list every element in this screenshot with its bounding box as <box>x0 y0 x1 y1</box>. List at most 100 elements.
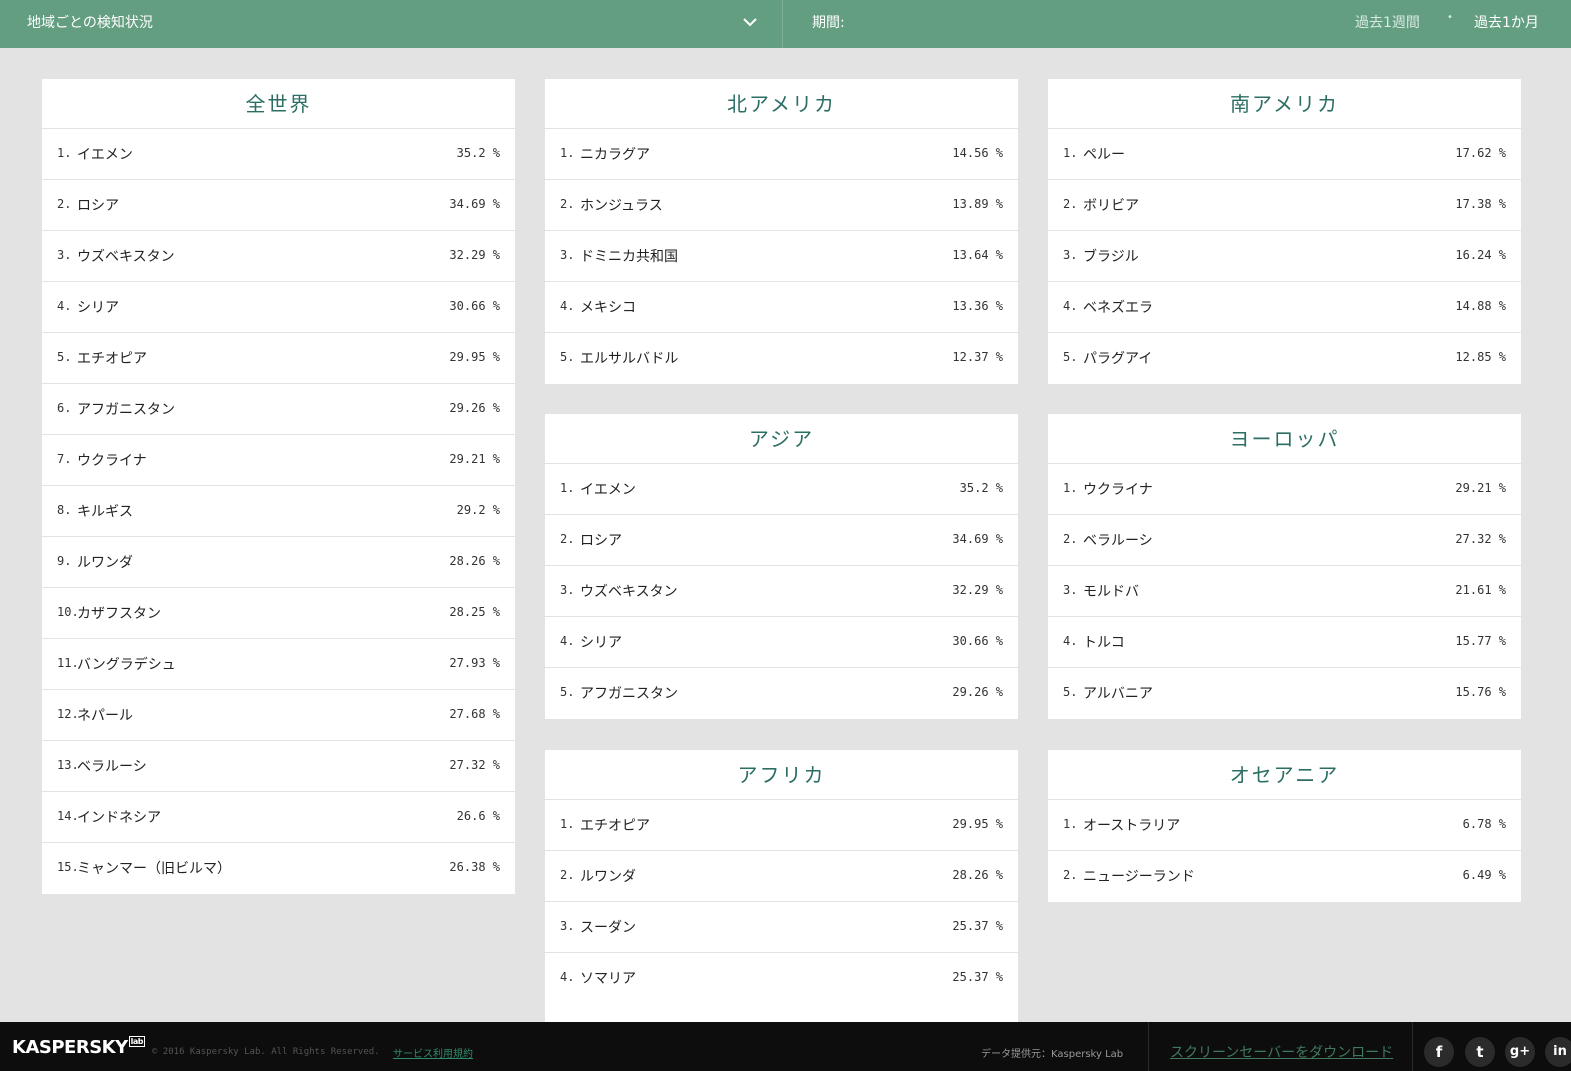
top-bar: 地域ごとの検知状況 期間: 過去1週間 • 過去1か月 <box>0 0 1571 48</box>
country-name: ブラジル <box>1083 249 1139 265</box>
ranking-row: 4. シリア 30.66 % <box>545 617 1018 668</box>
detection-percent: 25.37 % <box>952 919 1003 933</box>
country-name: ウズベキスタン <box>77 249 175 265</box>
country-name: ベラルーシ <box>77 759 147 775</box>
screensaver-download-link[interactable]: スクリーンセーバーをダウンロード <box>1170 1042 1393 1062</box>
country-name: ベラルーシ <box>1083 533 1153 549</box>
google-plus-icon[interactable]: g+ <box>1505 1037 1535 1067</box>
country-name: ペルー <box>1083 147 1125 163</box>
rank: 3. <box>1063 583 1078 597</box>
rank: 6. <box>57 401 72 415</box>
detection-percent: 34.69 % <box>449 197 500 211</box>
country-name: アフガニスタン <box>580 686 678 702</box>
rank: 13. <box>57 758 79 772</box>
country-name: エチオピア <box>77 351 147 367</box>
rank: 5. <box>1063 350 1078 364</box>
detection-percent: 13.89 % <box>952 197 1003 211</box>
rank: 2. <box>560 868 575 882</box>
rank: 3. <box>560 583 575 597</box>
detection-percent: 35.2 % <box>959 481 1003 495</box>
rank: 12. <box>57 707 79 721</box>
twitter-icon[interactable]: t <box>1465 1037 1495 1067</box>
detection-percent: 13.64 % <box>952 248 1003 262</box>
period-month-option[interactable]: 過去1か月 <box>1474 12 1539 32</box>
ranking-row: 1. ウクライナ 29.21 % <box>1048 464 1521 515</box>
ranking-row: 10. カザフスタン 28.25 % <box>42 588 515 639</box>
detection-percent: 17.62 % <box>1455 146 1506 160</box>
rank: 4. <box>1063 299 1078 313</box>
facebook-icon[interactable]: f <box>1424 1037 1454 1067</box>
ranking-row: 5. アルバニア 15.76 % <box>1048 668 1521 719</box>
country-name: ロシア <box>580 533 622 549</box>
detection-percent: 26.38 % <box>449 860 500 874</box>
kaspersky-logo[interactable]: KASPERSKY lab <box>12 1036 146 1058</box>
linkedin-icon[interactable]: in <box>1545 1037 1571 1067</box>
period-separator-dot: • <box>1447 12 1453 23</box>
detection-percent: 29.21 % <box>1455 481 1506 495</box>
detection-percent: 28.25 % <box>449 605 500 619</box>
country-name: ホンジュラス <box>580 198 663 214</box>
country-name: ベネズエラ <box>1083 300 1153 316</box>
detection-percent: 6.49 % <box>1462 868 1506 882</box>
country-name: オーストラリア <box>1083 818 1181 834</box>
rank: 1. <box>1063 481 1078 495</box>
detection-percent: 29.2 % <box>456 503 500 517</box>
detection-percent: 30.66 % <box>449 299 500 313</box>
rank: 4. <box>560 970 575 984</box>
country-name: トルコ <box>1083 635 1125 651</box>
region-dropdown[interactable]: 地域ごとの検知状況 <box>0 0 783 48</box>
country-name: キルギス <box>77 504 133 520</box>
country-name: カザフスタン <box>77 606 161 622</box>
detection-percent: 30.66 % <box>952 634 1003 648</box>
chevron-down-icon <box>743 18 757 27</box>
rank: 15. <box>57 860 79 874</box>
detection-percent: 27.68 % <box>449 707 500 721</box>
period-week-option[interactable]: 過去1週間 <box>1355 12 1420 32</box>
country-name: ウクライナ <box>77 453 147 469</box>
ranking-row: 4. トルコ 15.77 % <box>1048 617 1521 668</box>
detection-percent: 27.32 % <box>1455 532 1506 546</box>
ranking-card-africa: アフリカ 1. エチオピア 29.95 % 2. ルワンダ 28.26 % 3. スーダン 25.… <box>545 750 1018 1022</box>
country-name: パラグアイ <box>1083 351 1153 367</box>
footer: KASPERSKY lab © 2016 Kaspersky Lab. All R… <box>0 1022 1571 1071</box>
detection-percent: 14.56 % <box>952 146 1003 160</box>
rank: 3. <box>57 248 72 262</box>
country-name: ドミニカ共和国 <box>580 249 678 265</box>
ranking-row: 2. ロシア 34.69 % <box>545 515 1018 566</box>
region-dropdown-label: 地域ごとの検知状況 <box>27 15 153 31</box>
detection-percent: 26.6 % <box>456 809 500 823</box>
rank: 4. <box>560 299 575 313</box>
card-title: 全世界 <box>42 79 515 129</box>
ranking-row: 3. ウズベキスタン 32.29 % <box>545 566 1018 617</box>
card-title: オセアニア <box>1048 750 1521 800</box>
ranking-row: 1. オーストラリア 6.78 % <box>1048 800 1521 851</box>
ranking-row: 14. インドネシア 26.6 % <box>42 792 515 843</box>
ranking-row: 5. アフガニスタン 29.26 % <box>545 668 1018 719</box>
detection-percent: 14.88 % <box>1455 299 1506 313</box>
detection-percent: 12.85 % <box>1455 350 1506 364</box>
country-name: ミャンマー（旧ビルマ） <box>77 861 231 877</box>
ranking-row: 8. キルギス 29.2 % <box>42 486 515 537</box>
card-title: アジア <box>545 414 1018 464</box>
card-title: 北アメリカ <box>545 79 1018 129</box>
data-source-text: データ提供元：Kaspersky Lab <box>981 1049 1124 1060</box>
ranking-row: 9. ルワンダ 28.26 % <box>42 537 515 588</box>
ranking-row: 3. ドミニカ共和国 13.64 % <box>545 231 1018 282</box>
rank: 4. <box>57 299 72 313</box>
detection-percent: 29.26 % <box>952 685 1003 699</box>
country-name: ネパール <box>77 708 133 724</box>
detection-percent: 21.61 % <box>1455 583 1506 597</box>
ranking-row: 5. パラグアイ 12.85 % <box>1048 333 1521 384</box>
ranking-row: 3. ウズベキスタン 32.29 % <box>42 231 515 282</box>
ranking-row: 5. エルサルバドル 12.37 % <box>545 333 1018 384</box>
terms-link[interactable]: サービス利用規約 <box>393 1045 473 1060</box>
rank: 4. <box>560 634 575 648</box>
rank: 5. <box>1063 685 1078 699</box>
detection-percent: 16.24 % <box>1455 248 1506 262</box>
detection-percent: 15.76 % <box>1455 685 1506 699</box>
ranking-row: 12. ネパール 27.68 % <box>42 690 515 741</box>
ranking-row: 6. アフガニスタン 29.26 % <box>42 384 515 435</box>
footer-divider <box>1148 1022 1149 1071</box>
footer-divider <box>1412 1022 1413 1071</box>
rank: 11. <box>57 656 79 670</box>
